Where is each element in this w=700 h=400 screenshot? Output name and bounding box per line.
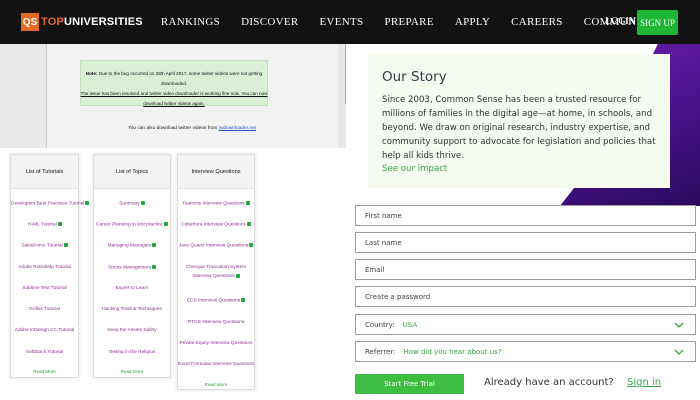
new-badge-icon: [152, 243, 157, 247]
list-item[interactable]: Hacking Tools & Techniques: [94, 307, 170, 312]
list-item[interactable]: Developers Best Practices Tutorial: [11, 201, 90, 206]
list-item[interactable]: Managing Managers: [94, 243, 170, 248]
list-item[interactable]: Testing in the Religion: [94, 350, 170, 355]
list-item[interactable]: RTGS Interview Questions: [178, 320, 254, 325]
signup-button[interactable]: SIGN UP: [637, 10, 678, 35]
list-item[interactable]: Private Equity Interview Questions: [178, 341, 254, 346]
sign-in-link[interactable]: Sign in: [627, 377, 661, 388]
new-badge-icon: [163, 222, 168, 226]
list-item[interactable]: Grilles Tutorial: [11, 307, 78, 312]
story-body: Since 2003, Common Sense has been a trus…: [382, 95, 656, 161]
new-badge-icon: [235, 273, 240, 278]
list-item[interactable]: Keep the Assets Safely: [94, 328, 170, 333]
nav-events[interactable]: EVENTS: [319, 16, 363, 28]
password-field[interactable]: Create a password: [355, 286, 696, 307]
country-label: Country:: [365, 320, 395, 329]
already-account-text: Already have an account?: [484, 377, 614, 388]
logo-mark: QS: [21, 13, 39, 31]
nav-discover[interactable]: DISCOVER: [241, 16, 298, 28]
referrer-select[interactable]: Referrer: How did you hear about us?: [355, 341, 696, 362]
new-badge-icon: [85, 201, 90, 205]
topics-card: List of Topics Summary Career Planning i…: [93, 154, 171, 378]
list-item[interactable]: Expert to Learn: [94, 286, 170, 291]
tutorials-title: List of Tutorials: [11, 155, 78, 189]
also-download-text: You can also download twitter videos fro…: [127, 126, 257, 131]
last-name-field[interactable]: Last name: [355, 232, 696, 253]
new-badge-icon: [246, 222, 251, 226]
interview-title: Interview Questions: [178, 155, 254, 189]
country-value: USA: [402, 320, 418, 329]
new-badge-icon: [241, 298, 246, 302]
list-item[interactable]: Sublime Text Tutorial: [11, 286, 78, 291]
referrer-label: Referrer:: [365, 347, 396, 356]
topics-title: List of Topics: [94, 155, 170, 189]
nav-apply[interactable]: APPLY: [455, 16, 490, 28]
list-item[interactable]: Excel Formulas Interview Questions: [178, 362, 255, 367]
list-item[interactable]: YAML Tutorial: [11, 222, 78, 227]
list-item[interactable]: Cobertura Interview Questions: [178, 222, 254, 227]
nav-rankings[interactable]: RANKINGS: [161, 16, 220, 28]
list-item[interactable]: Summary: [94, 201, 170, 206]
new-badge-icon: [245, 201, 250, 205]
new-badge-icon: [63, 243, 68, 247]
new-badge-icon: [57, 222, 62, 226]
list-item[interactable]: SaltStack Tutorial: [11, 350, 78, 355]
referrer-value: How did you hear about us?: [403, 347, 502, 356]
list-item[interactable]: Checque Truncation System Interview Ques…: [178, 263, 254, 281]
new-badge-icon: [140, 201, 145, 205]
email-field[interactable]: Email: [355, 259, 696, 280]
list-item[interactable]: Stress Management: [94, 265, 170, 270]
start-free-trial-button[interactable]: Start Free Trial: [355, 374, 464, 394]
list-item[interactable]: Teamcity Interview Questions: [178, 201, 254, 206]
country-select[interactable]: Country: USA: [355, 314, 696, 335]
list-item[interactable]: Career Planning in test practice: [94, 222, 170, 227]
main-nav: RANKINGS DISCOVER EVENTS PREPARE APPLY C…: [161, 16, 677, 28]
chevron-down-icon: [674, 322, 684, 328]
interview-card: Interview Questions Teamcity Interview Q…: [177, 154, 255, 390]
twdownloader-link[interactable]: twdownloader.net: [219, 126, 256, 131]
qs-logo[interactable]: QS TOPUNIVERSITIES: [21, 13, 143, 31]
list-item[interactable]: SalesForce Tutorial: [11, 243, 78, 248]
note-text: Note: Due to the bug occurred on 28th Ap…: [80, 71, 268, 106]
tutorials-card: List of Tutorials Developers Best Practi…: [10, 154, 90, 378]
login-link[interactable]: LOGIN: [605, 16, 636, 27]
chevron-down-icon: [674, 349, 684, 355]
logo-wordmark: TOPUNIVERSITIES: [41, 16, 143, 28]
nav-careers[interactable]: CAREERS: [511, 16, 563, 28]
top-navbar: QS TOPUNIVERSITIES RANKINGS DISCOVER EVE…: [0, 0, 700, 44]
list-item[interactable]: Java Quartz Interview Questions: [178, 243, 254, 248]
read-more-link[interactable]: Read More: [178, 382, 254, 387]
new-badge-icon: [249, 243, 254, 247]
list-item[interactable]: Adobe Robohelp Tutorial: [11, 265, 78, 270]
new-badge-icon: [151, 265, 156, 269]
read-more-link[interactable]: Read More: [11, 369, 78, 374]
see-impact-link[interactable]: See our impact: [382, 164, 447, 174]
list-item[interactable]: ECS Interview Questions: [178, 298, 254, 303]
list-item[interactable]: Adobe InDesign CC Tutorial: [11, 328, 78, 333]
nav-prepare[interactable]: PREPARE: [384, 16, 433, 28]
read-more-link[interactable]: Read More: [94, 369, 170, 374]
first-name-field[interactable]: First name: [355, 205, 696, 226]
story-title: Our Story: [382, 69, 447, 85]
